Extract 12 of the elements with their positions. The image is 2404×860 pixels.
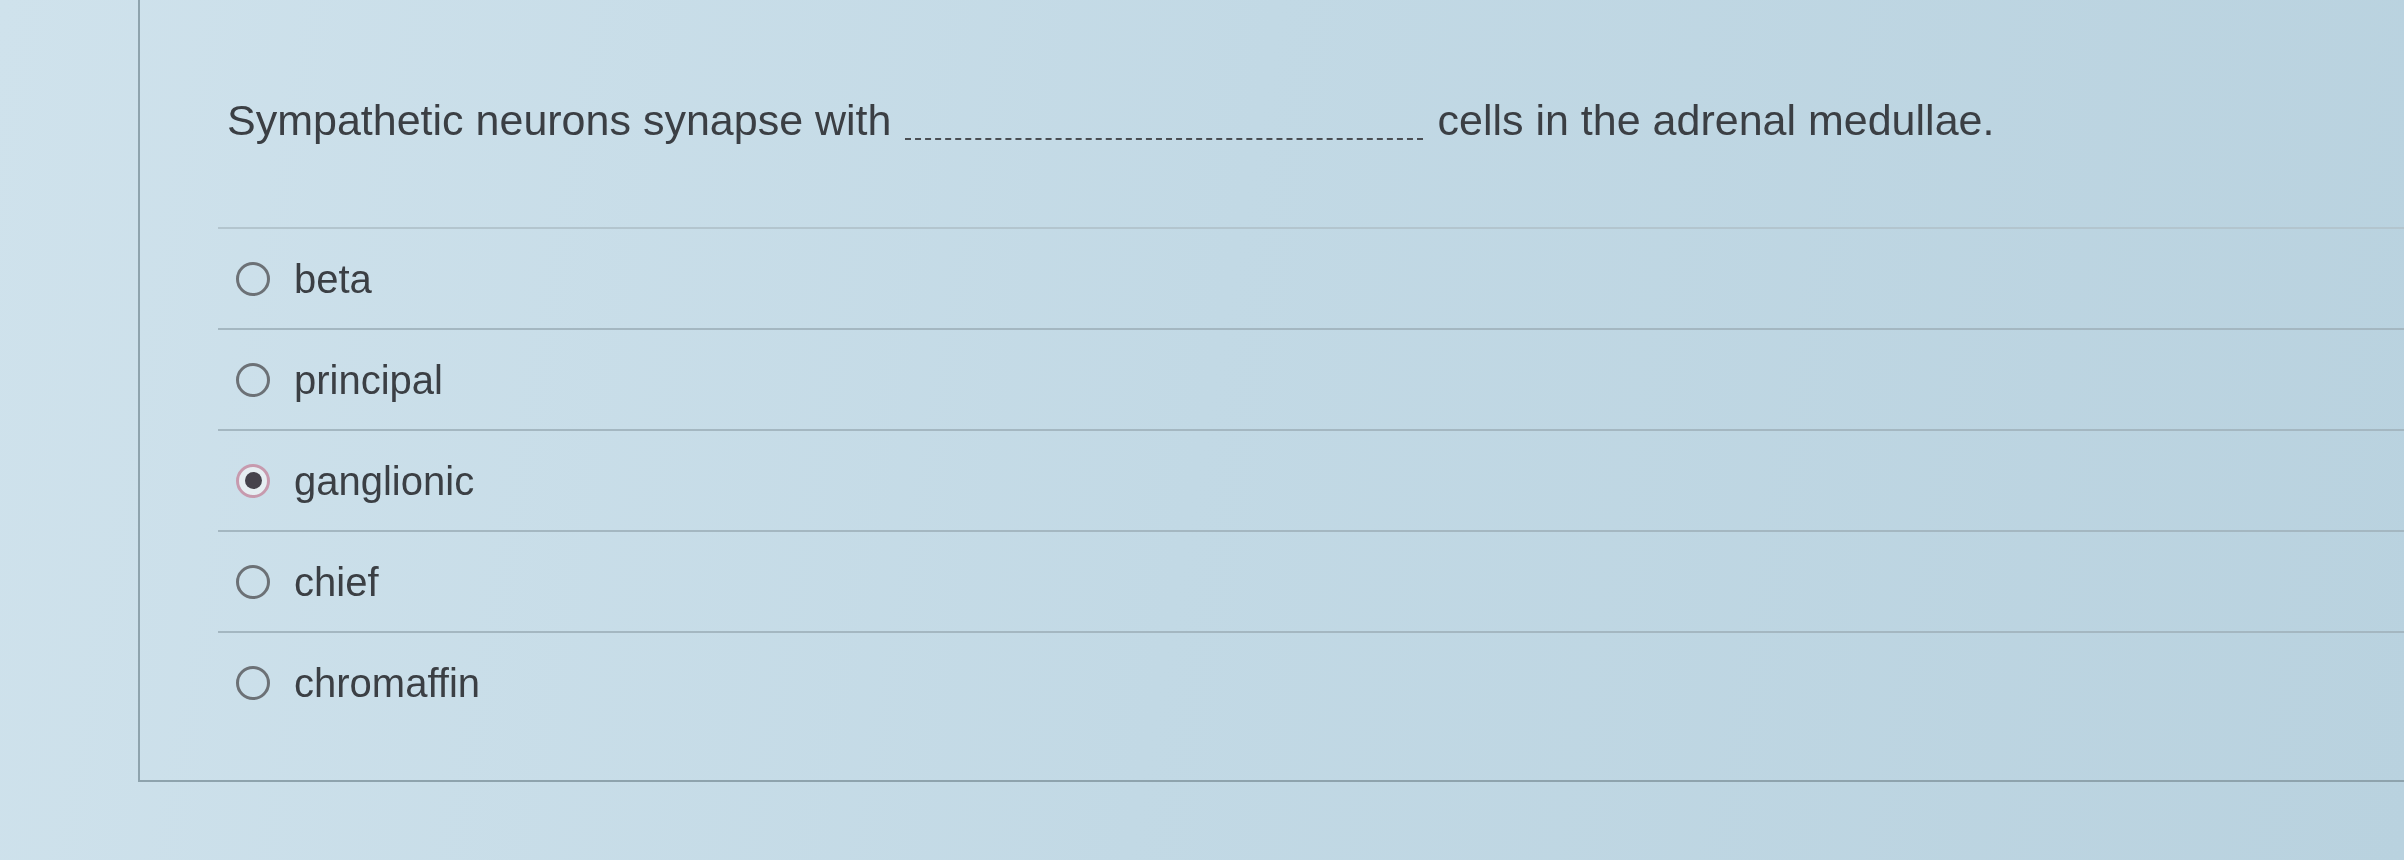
radio-button[interactable]: [236, 564, 270, 599]
option-label[interactable]: chief: [294, 556, 379, 607]
radio-button[interactable]: [236, 665, 270, 700]
question-text-start: Sympathetic neurons synapse with: [227, 95, 892, 146]
option-label[interactable]: chromaffin: [294, 657, 480, 708]
radio-button[interactable]: [236, 362, 270, 397]
option-label[interactable]: principal: [294, 354, 443, 405]
option-label[interactable]: beta: [294, 253, 372, 304]
option-label[interactable]: ganglionic: [294, 455, 475, 506]
radio-button[interactable]: [236, 261, 270, 296]
radio-button[interactable]: [236, 463, 270, 498]
question-text-end: cells in the adrenal medullae.: [1437, 95, 1995, 146]
